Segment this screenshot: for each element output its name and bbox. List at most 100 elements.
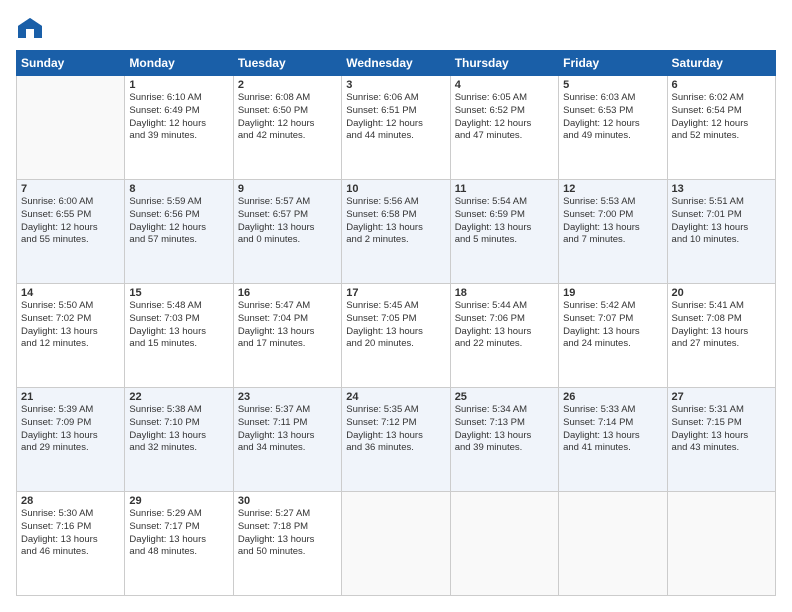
calendar-week-row: 28Sunrise: 5:30 AM Sunset: 7:16 PM Dayli… [17,492,776,596]
day-info: Sunrise: 6:05 AM Sunset: 6:52 PM Dayligh… [455,92,554,143]
day-number: 20 [672,287,771,299]
day-number: 9 [238,183,337,195]
day-info: Sunrise: 5:34 AM Sunset: 7:13 PM Dayligh… [455,404,554,455]
day-number: 29 [129,495,228,507]
calendar-day-cell: 20Sunrise: 5:41 AM Sunset: 7:08 PM Dayli… [667,284,775,388]
calendar-day-cell: 2Sunrise: 6:08 AM Sunset: 6:50 PM Daylig… [233,76,341,180]
day-info: Sunrise: 6:08 AM Sunset: 6:50 PM Dayligh… [238,92,337,143]
day-info: Sunrise: 5:38 AM Sunset: 7:10 PM Dayligh… [129,404,228,455]
day-number: 14 [21,287,120,299]
calendar-day-cell: 26Sunrise: 5:33 AM Sunset: 7:14 PM Dayli… [559,388,667,492]
weekday-header: Saturday [667,51,775,76]
day-info: Sunrise: 5:30 AM Sunset: 7:16 PM Dayligh… [21,508,120,559]
day-number: 3 [346,79,445,91]
calendar-day-cell: 1Sunrise: 6:10 AM Sunset: 6:49 PM Daylig… [125,76,233,180]
day-info: Sunrise: 6:03 AM Sunset: 6:53 PM Dayligh… [563,92,662,143]
day-info: Sunrise: 5:53 AM Sunset: 7:00 PM Dayligh… [563,196,662,247]
calendar-day-cell: 10Sunrise: 5:56 AM Sunset: 6:58 PM Dayli… [342,180,450,284]
calendar-day-cell: 4Sunrise: 6:05 AM Sunset: 6:52 PM Daylig… [450,76,558,180]
calendar-day-cell: 28Sunrise: 5:30 AM Sunset: 7:16 PM Dayli… [17,492,125,596]
day-info: Sunrise: 5:57 AM Sunset: 6:57 PM Dayligh… [238,196,337,247]
weekday-header: Tuesday [233,51,341,76]
calendar-day-cell: 11Sunrise: 5:54 AM Sunset: 6:59 PM Dayli… [450,180,558,284]
day-info: Sunrise: 5:39 AM Sunset: 7:09 PM Dayligh… [21,404,120,455]
day-info: Sunrise: 5:42 AM Sunset: 7:07 PM Dayligh… [563,300,662,351]
calendar-day-cell: 13Sunrise: 5:51 AM Sunset: 7:01 PM Dayli… [667,180,775,284]
calendar-week-row: 21Sunrise: 5:39 AM Sunset: 7:09 PM Dayli… [17,388,776,492]
day-info: Sunrise: 5:48 AM Sunset: 7:03 PM Dayligh… [129,300,228,351]
calendar-week-row: 7Sunrise: 6:00 AM Sunset: 6:55 PM Daylig… [17,180,776,284]
weekday-header: Thursday [450,51,558,76]
day-number: 22 [129,391,228,403]
calendar-day-cell: 21Sunrise: 5:39 AM Sunset: 7:09 PM Dayli… [17,388,125,492]
day-info: Sunrise: 5:50 AM Sunset: 7:02 PM Dayligh… [21,300,120,351]
calendar-day-cell: 23Sunrise: 5:37 AM Sunset: 7:11 PM Dayli… [233,388,341,492]
day-number: 1 [129,79,228,91]
logo [16,16,48,40]
weekday-header: Friday [559,51,667,76]
calendar-day-cell: 5Sunrise: 6:03 AM Sunset: 6:53 PM Daylig… [559,76,667,180]
day-info: Sunrise: 5:31 AM Sunset: 7:15 PM Dayligh… [672,404,771,455]
day-number: 18 [455,287,554,299]
day-info: Sunrise: 6:00 AM Sunset: 6:55 PM Dayligh… [21,196,120,247]
logo-icon [16,16,44,40]
day-number: 12 [563,183,662,195]
calendar-day-cell: 22Sunrise: 5:38 AM Sunset: 7:10 PM Dayli… [125,388,233,492]
day-info: Sunrise: 6:02 AM Sunset: 6:54 PM Dayligh… [672,92,771,143]
day-number: 4 [455,79,554,91]
day-number: 23 [238,391,337,403]
day-info: Sunrise: 5:54 AM Sunset: 6:59 PM Dayligh… [455,196,554,247]
weekday-header: Monday [125,51,233,76]
calendar-day-cell: 29Sunrise: 5:29 AM Sunset: 7:17 PM Dayli… [125,492,233,596]
day-number: 5 [563,79,662,91]
calendar-day-cell: 14Sunrise: 5:50 AM Sunset: 7:02 PM Dayli… [17,284,125,388]
day-info: Sunrise: 5:37 AM Sunset: 7:11 PM Dayligh… [238,404,337,455]
calendar-day-cell: 7Sunrise: 6:00 AM Sunset: 6:55 PM Daylig… [17,180,125,284]
day-info: Sunrise: 5:41 AM Sunset: 7:08 PM Dayligh… [672,300,771,351]
day-info: Sunrise: 5:56 AM Sunset: 6:58 PM Dayligh… [346,196,445,247]
day-info: Sunrise: 6:10 AM Sunset: 6:49 PM Dayligh… [129,92,228,143]
day-info: Sunrise: 5:59 AM Sunset: 6:56 PM Dayligh… [129,196,228,247]
day-number: 28 [21,495,120,507]
day-number: 26 [563,391,662,403]
day-info: Sunrise: 6:06 AM Sunset: 6:51 PM Dayligh… [346,92,445,143]
calendar-day-cell: 6Sunrise: 6:02 AM Sunset: 6:54 PM Daylig… [667,76,775,180]
day-info: Sunrise: 5:33 AM Sunset: 7:14 PM Dayligh… [563,404,662,455]
day-number: 30 [238,495,337,507]
calendar-day-cell [17,76,125,180]
calendar-day-cell: 30Sunrise: 5:27 AM Sunset: 7:18 PM Dayli… [233,492,341,596]
day-number: 6 [672,79,771,91]
day-info: Sunrise: 5:35 AM Sunset: 7:12 PM Dayligh… [346,404,445,455]
calendar-day-cell [667,492,775,596]
day-info: Sunrise: 5:47 AM Sunset: 7:04 PM Dayligh… [238,300,337,351]
day-number: 10 [346,183,445,195]
calendar-day-cell [559,492,667,596]
calendar-week-row: 14Sunrise: 5:50 AM Sunset: 7:02 PM Dayli… [17,284,776,388]
day-number: 16 [238,287,337,299]
calendar-day-cell: 8Sunrise: 5:59 AM Sunset: 6:56 PM Daylig… [125,180,233,284]
calendar-week-row: 1Sunrise: 6:10 AM Sunset: 6:49 PM Daylig… [17,76,776,180]
day-number: 8 [129,183,228,195]
day-info: Sunrise: 5:51 AM Sunset: 7:01 PM Dayligh… [672,196,771,247]
day-number: 2 [238,79,337,91]
day-number: 21 [21,391,120,403]
page: SundayMondayTuesdayWednesdayThursdayFrid… [0,0,792,612]
day-number: 15 [129,287,228,299]
calendar-header-row: SundayMondayTuesdayWednesdayThursdayFrid… [17,51,776,76]
day-info: Sunrise: 5:44 AM Sunset: 7:06 PM Dayligh… [455,300,554,351]
day-number: 19 [563,287,662,299]
header [16,16,776,40]
calendar-day-cell: 25Sunrise: 5:34 AM Sunset: 7:13 PM Dayli… [450,388,558,492]
weekday-header: Sunday [17,51,125,76]
calendar-day-cell: 17Sunrise: 5:45 AM Sunset: 7:05 PM Dayli… [342,284,450,388]
day-number: 11 [455,183,554,195]
calendar-day-cell: 16Sunrise: 5:47 AM Sunset: 7:04 PM Dayli… [233,284,341,388]
day-info: Sunrise: 5:29 AM Sunset: 7:17 PM Dayligh… [129,508,228,559]
calendar-day-cell [450,492,558,596]
calendar-day-cell: 27Sunrise: 5:31 AM Sunset: 7:15 PM Dayli… [667,388,775,492]
calendar-day-cell: 3Sunrise: 6:06 AM Sunset: 6:51 PM Daylig… [342,76,450,180]
day-number: 25 [455,391,554,403]
day-info: Sunrise: 5:27 AM Sunset: 7:18 PM Dayligh… [238,508,337,559]
calendar-day-cell: 9Sunrise: 5:57 AM Sunset: 6:57 PM Daylig… [233,180,341,284]
calendar-day-cell [342,492,450,596]
